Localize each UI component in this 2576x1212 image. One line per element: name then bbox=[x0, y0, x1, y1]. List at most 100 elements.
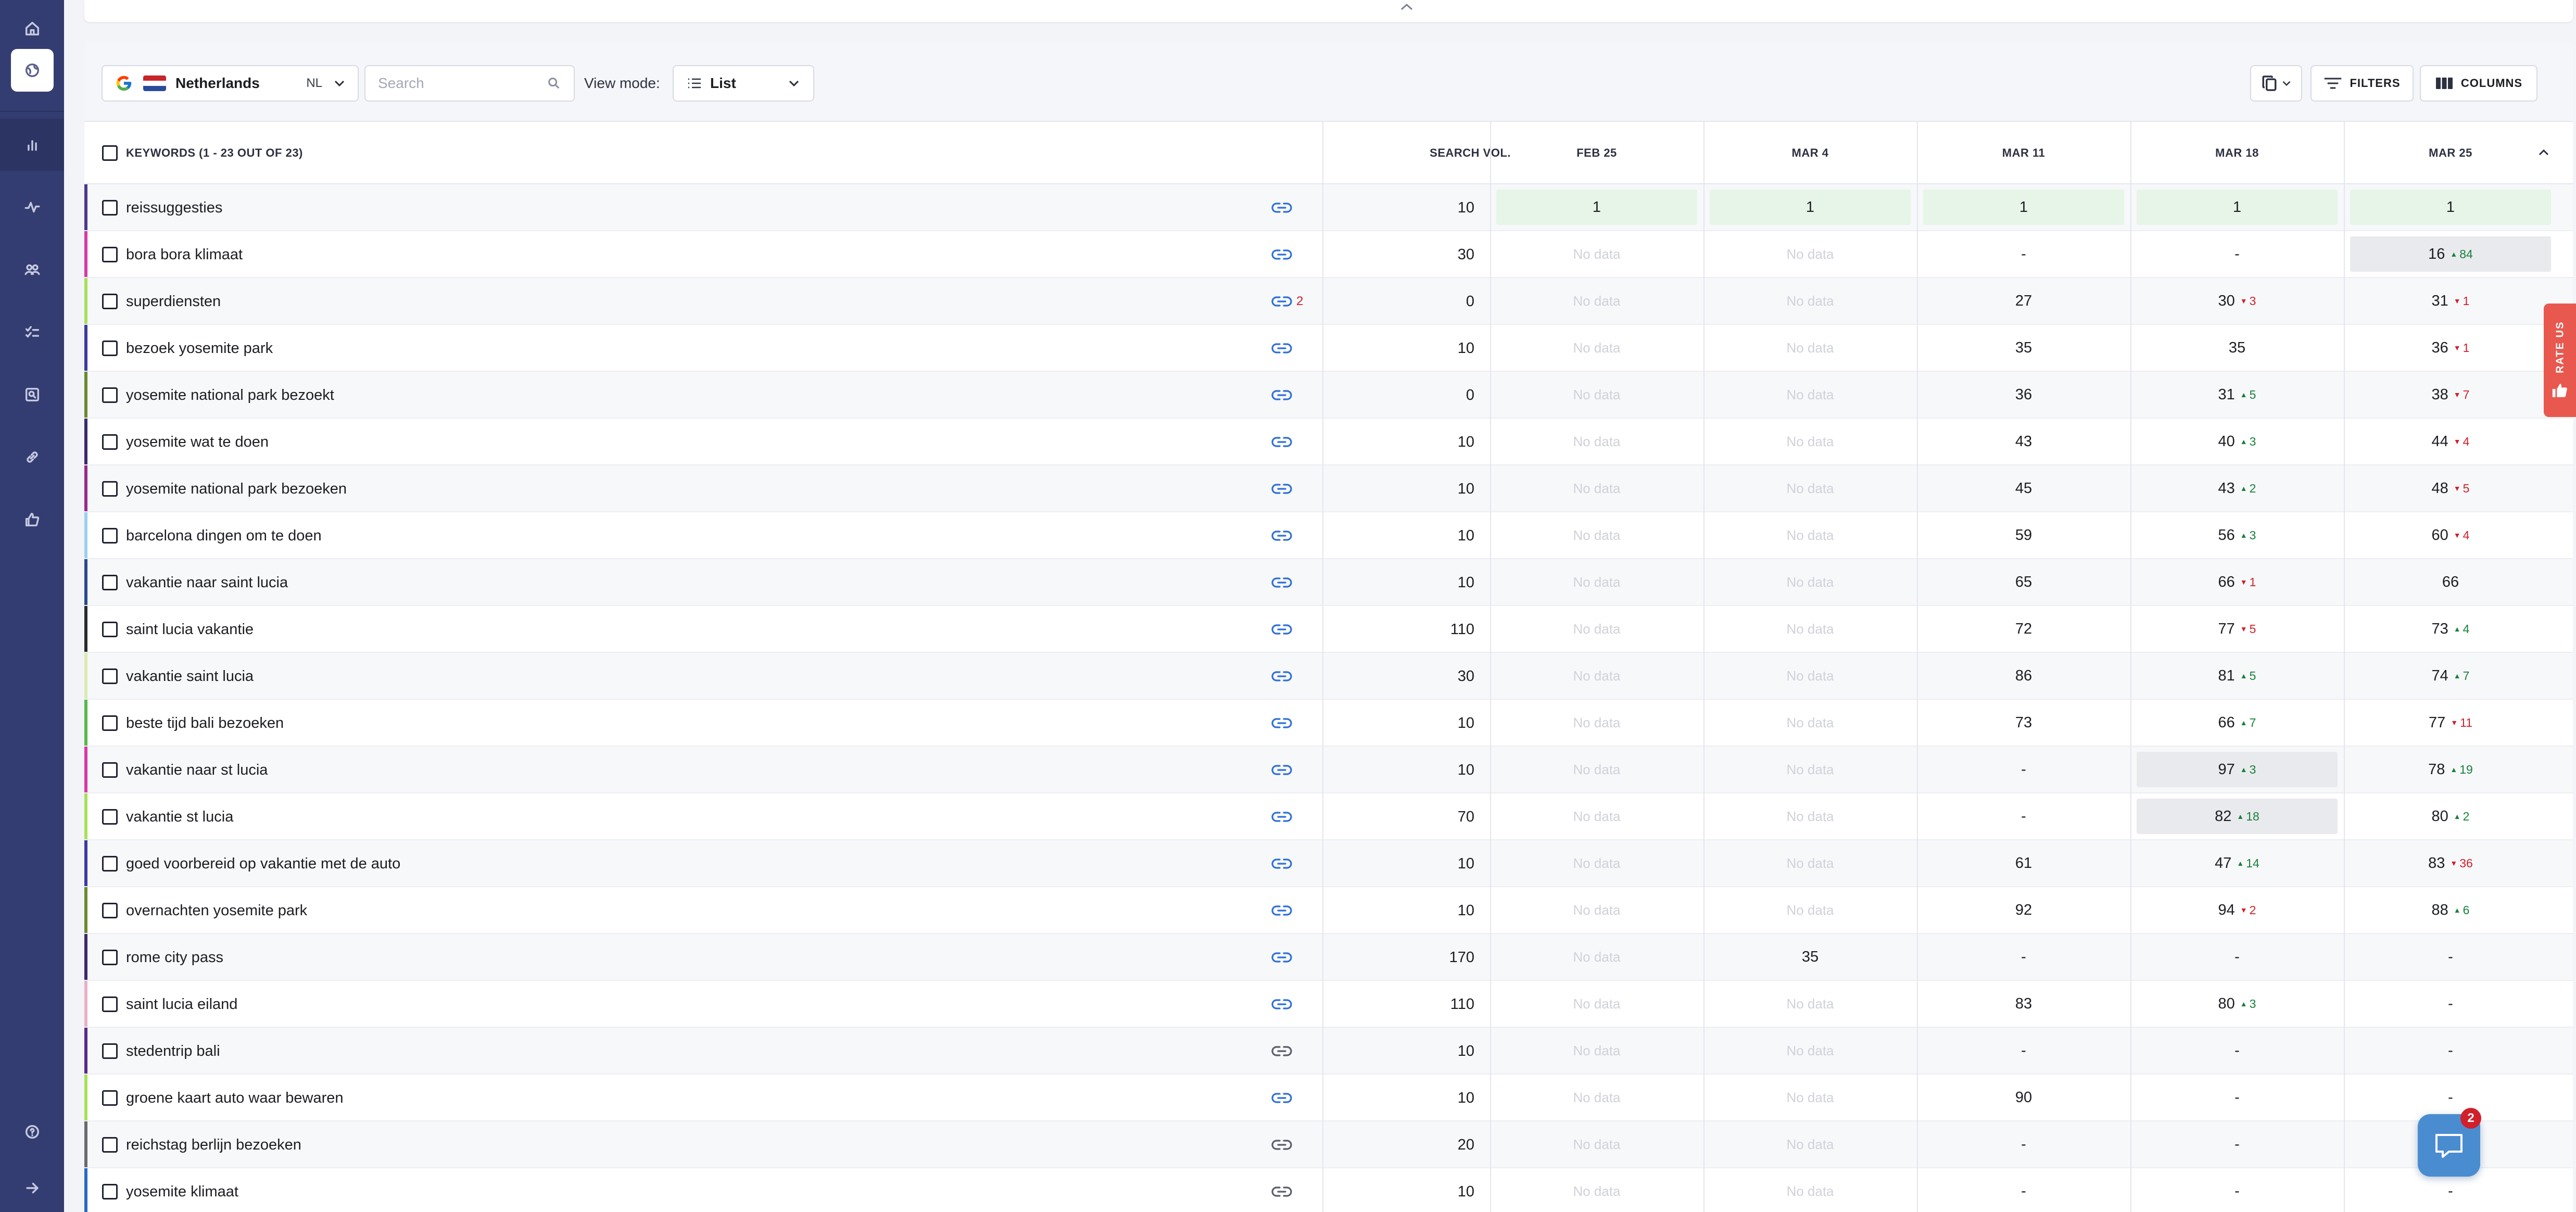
row-checkbox[interactable] bbox=[102, 528, 118, 544]
rank-cell[interactable]: No data bbox=[1496, 939, 1697, 975]
rank-cell[interactable]: 72 bbox=[1923, 611, 2124, 647]
rank-cell[interactable]: No data bbox=[1710, 1080, 1911, 1115]
keyword-text[interactable]: bora bora klimaat bbox=[126, 231, 243, 278]
thumbs-up-icon[interactable] bbox=[0, 494, 64, 546]
row-checkbox[interactable] bbox=[102, 387, 118, 403]
row-checkbox[interactable] bbox=[102, 481, 118, 497]
rank-cell[interactable]: 73 bbox=[1923, 705, 2124, 740]
url-link-icon[interactable] bbox=[1271, 996, 1292, 1012]
rank-cell[interactable]: No data bbox=[1496, 236, 1697, 272]
table-row[interactable]: superdiensten 2 0 No data No data 27 30 ▼ 3 31 ▼ 1 bbox=[84, 278, 2573, 325]
url-link-icon[interactable] bbox=[1271, 434, 1292, 450]
select-all-checkbox[interactable] bbox=[102, 145, 118, 161]
rank-cell[interactable]: 88 ▲ 6 bbox=[2350, 892, 2551, 928]
rank-cell[interactable]: No data bbox=[1496, 1033, 1697, 1068]
rank-cell[interactable]: No data bbox=[1496, 705, 1697, 740]
search-input[interactable] bbox=[378, 75, 545, 92]
rank-cell[interactable]: 1 bbox=[2137, 190, 2338, 225]
columns-button[interactable]: COLUMNS bbox=[2420, 65, 2537, 102]
rank-cell[interactable]: 47 ▲ 14 bbox=[2137, 845, 2338, 881]
rank-cell[interactable]: No data bbox=[1710, 377, 1911, 412]
table-row[interactable]: reichstag berlijn bezoeken 20 No data No da… bbox=[84, 1121, 2573, 1168]
rank-cell[interactable]: 80 ▲ 2 bbox=[2350, 799, 2551, 834]
rank-cell[interactable]: 31 ▼ 1 bbox=[2350, 283, 2551, 319]
rank-cell[interactable]: No data bbox=[1710, 986, 1911, 1021]
row-checkbox[interactable] bbox=[102, 1184, 118, 1200]
collapse-chevron-icon[interactable] bbox=[1396, 0, 1417, 14]
keyword-text[interactable]: stedentrip bali bbox=[126, 1028, 220, 1075]
rank-cell[interactable]: No data bbox=[1496, 845, 1697, 881]
url-link-icon[interactable] bbox=[1271, 715, 1292, 731]
url-link-icon[interactable] bbox=[1271, 200, 1292, 216]
rank-cell[interactable]: 83 ▼ 36 bbox=[2350, 845, 2551, 881]
url-link-icon[interactable] bbox=[1271, 762, 1292, 778]
rank-cell[interactable]: No data bbox=[1496, 611, 1697, 647]
rank-cell[interactable]: No data bbox=[1496, 517, 1697, 553]
rank-cell[interactable]: No data bbox=[1496, 752, 1697, 787]
rank-cell[interactable]: 77 ▼ 5 bbox=[2137, 611, 2338, 647]
row-checkbox[interactable] bbox=[102, 247, 118, 262]
rank-cell[interactable]: - bbox=[2350, 1080, 2551, 1115]
activity-icon[interactable] bbox=[0, 181, 64, 233]
rank-cell[interactable]: 44 ▼ 4 bbox=[2350, 424, 2551, 459]
row-checkbox[interactable] bbox=[102, 715, 118, 731]
rank-cell[interactable]: - bbox=[1923, 236, 2124, 272]
rank-cell[interactable]: No data bbox=[1710, 330, 1911, 365]
rank-cell[interactable]: 35 bbox=[1710, 939, 1911, 975]
table-row[interactable]: vakantie st lucia 70 No data No data -82 ▲ 18 8… bbox=[84, 793, 2573, 840]
rank-cell[interactable]: - bbox=[1923, 799, 2124, 834]
rank-cell[interactable]: No data bbox=[1710, 799, 1911, 834]
rank-cell[interactable]: No data bbox=[1710, 564, 1911, 600]
row-checkbox[interactable] bbox=[102, 1137, 118, 1153]
url-link-icon[interactable] bbox=[1271, 1184, 1292, 1200]
users-icon[interactable] bbox=[0, 244, 64, 296]
rank-cell[interactable]: No data bbox=[1710, 236, 1911, 272]
rank-cell[interactable]: No data bbox=[1710, 752, 1911, 787]
table-row[interactable]: stedentrip bali 10 No data No data - - - bbox=[84, 1028, 2573, 1075]
rank-cell[interactable]: 43 ▲ 2 bbox=[2137, 471, 2338, 506]
rank-cell[interactable]: No data bbox=[1496, 471, 1697, 506]
rank-cell[interactable]: - bbox=[1923, 1173, 2124, 1209]
rank-cell[interactable]: - bbox=[2137, 1127, 2338, 1162]
url-link-icon[interactable] bbox=[1271, 950, 1292, 965]
rank-cell[interactable]: 66 ▲ 7 bbox=[2137, 705, 2338, 740]
rank-cell[interactable]: 30 ▼ 3 bbox=[2137, 283, 2338, 319]
url-link-icon[interactable] bbox=[1271, 481, 1292, 497]
rank-cell[interactable]: 38 ▼ 7 bbox=[2350, 377, 2551, 412]
rank-cell[interactable]: No data bbox=[1496, 1127, 1697, 1162]
table-row[interactable]: groene kaart auto waar bewaren 10 No data N… bbox=[84, 1075, 2573, 1121]
rank-cell[interactable]: No data bbox=[1496, 330, 1697, 365]
url-link-icon[interactable] bbox=[1271, 903, 1292, 918]
keyword-text[interactable]: barcelona dingen om te doen bbox=[126, 512, 322, 559]
rank-cell[interactable]: No data bbox=[1710, 471, 1911, 506]
row-checkbox[interactable] bbox=[102, 294, 118, 309]
rank-cell[interactable]: 35 bbox=[2137, 330, 2338, 365]
rank-cell[interactable]: - bbox=[2137, 236, 2338, 272]
rank-cell[interactable]: - bbox=[1923, 1033, 2124, 1068]
url-link-icon[interactable] bbox=[1271, 1090, 1292, 1106]
rank-cell[interactable]: No data bbox=[1496, 658, 1697, 693]
search-icon[interactable] bbox=[547, 76, 561, 91]
table-row[interactable]: bezoek yosemite park 10 No data No data 35 35… bbox=[84, 325, 2573, 372]
scroll-up-chevron-icon[interactable] bbox=[2539, 149, 2549, 156]
url-link-icon[interactable] bbox=[1271, 247, 1292, 262]
rank-cell[interactable]: 65 bbox=[1923, 564, 2124, 600]
rank-cell[interactable]: No data bbox=[1496, 1173, 1697, 1209]
rank-cell[interactable]: No data bbox=[1496, 986, 1697, 1021]
rank-cell[interactable]: 43 bbox=[1923, 424, 2124, 459]
table-row[interactable]: overnachten yosemite park 10 No data No dat… bbox=[84, 887, 2573, 934]
rank-cell[interactable]: 92 bbox=[1923, 892, 2124, 928]
rank-cell[interactable]: 94 ▼ 2 bbox=[2137, 892, 2338, 928]
row-checkbox[interactable] bbox=[102, 200, 118, 216]
rank-cell[interactable]: No data bbox=[1710, 283, 1911, 319]
rank-cell[interactable]: No data bbox=[1496, 799, 1697, 834]
rank-cell[interactable]: 36 bbox=[1923, 377, 2124, 412]
rank-cell[interactable]: 81 ▲ 5 bbox=[2137, 658, 2338, 693]
table-row[interactable]: goed voorbereid op vakantie met de auto 1… bbox=[84, 840, 2573, 887]
table-row[interactable]: saint lucia vakantie 110 No data No data 72 7… bbox=[84, 606, 2573, 653]
rank-cell[interactable]: - bbox=[1923, 1127, 2124, 1162]
keyword-text[interactable]: yosemite klimaat bbox=[126, 1168, 238, 1212]
search-document-icon[interactable] bbox=[0, 369, 64, 421]
url-link-icon[interactable] bbox=[1271, 622, 1292, 637]
row-checkbox[interactable] bbox=[102, 340, 118, 356]
